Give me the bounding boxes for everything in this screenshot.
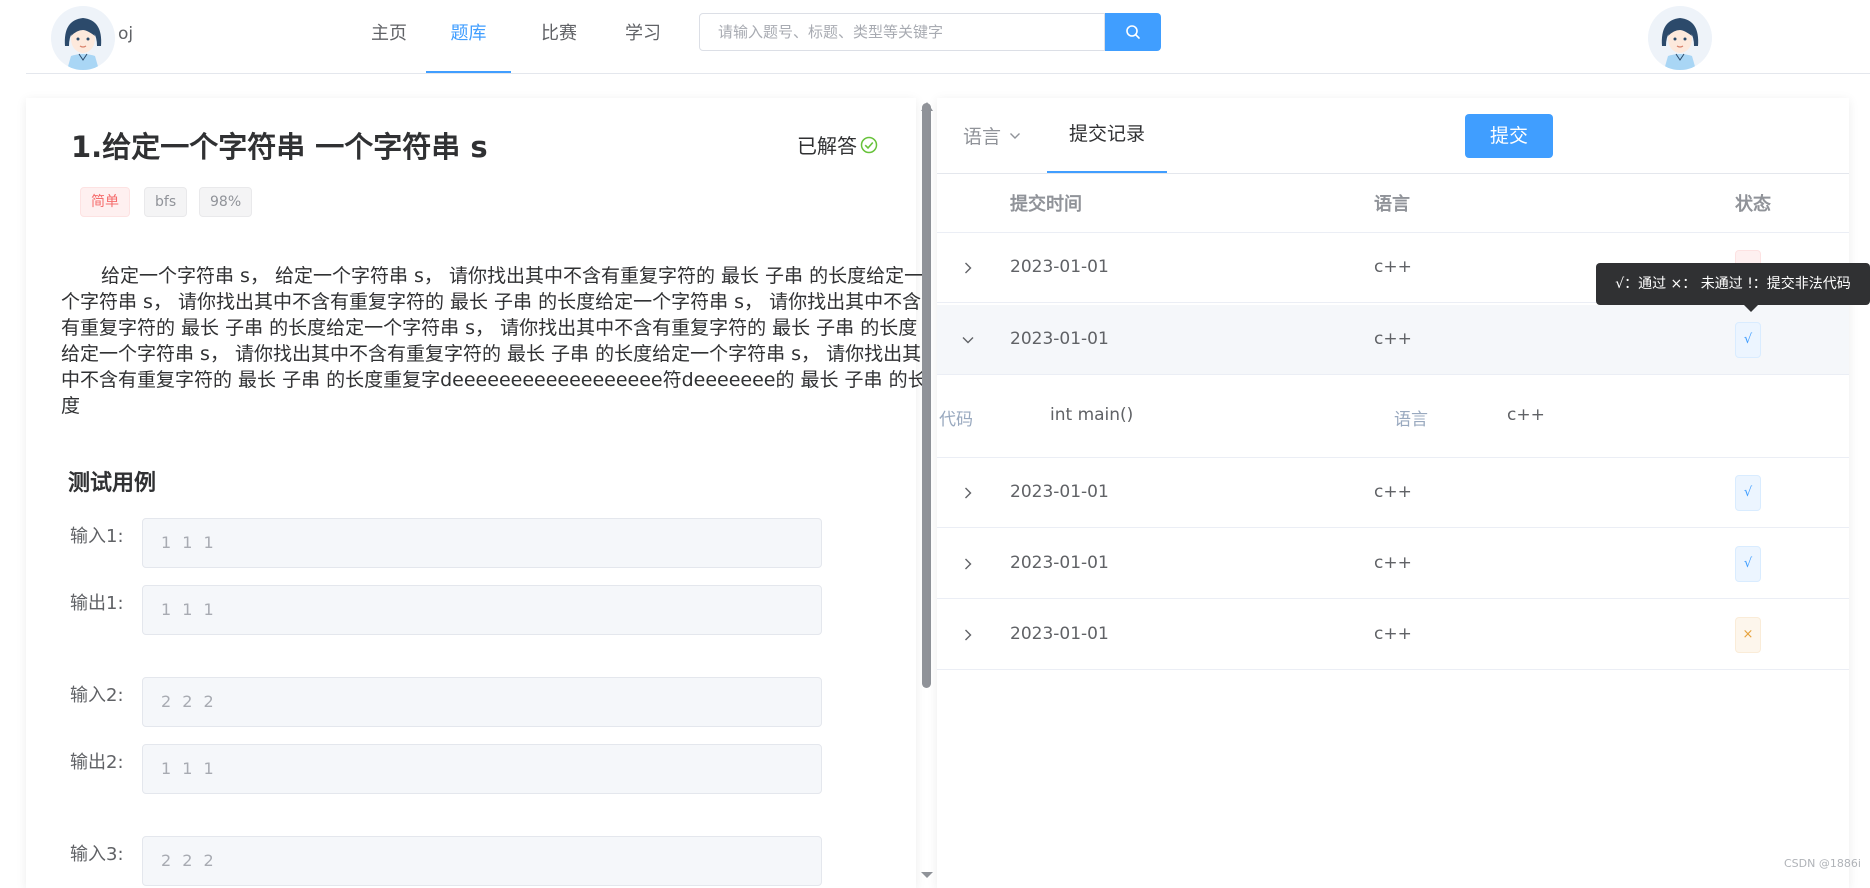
case-label: 输入3: (70, 844, 124, 865)
tab-bar: 语言 提交记录 提交 (937, 98, 1849, 174)
tab-language-label: 语言 (963, 126, 1002, 148)
case-label: 输入2: (70, 685, 124, 706)
expand-chevron-right-icon[interactable] (959, 626, 977, 644)
top-navbar: oj 主页 题库 比赛 学习 (26, 0, 1870, 74)
case-label: 输入1: (70, 526, 124, 547)
nav-learn[interactable]: 学习 (614, 0, 672, 73)
expanded-row-detail: 代码 int main() 语言 c++ (937, 377, 1849, 458)
test-cases-title: 测试用例 (68, 471, 157, 496)
column-header-status: 状态 (1735, 194, 1771, 215)
expand-chevron-right-icon[interactable] (959, 484, 977, 502)
expand-chevron-down-icon[interactable] (959, 331, 977, 349)
submit-time: 2023-01-01 (1010, 482, 1109, 502)
status-legend-tooltip: √：通过 ×： 未通过 !：提交非法代码 (1596, 263, 1870, 305)
nav-problems[interactable]: 题库 (426, 0, 511, 73)
table-row[interactable]: 2023-01-01 c++ √ (937, 458, 1849, 528)
submit-time: 2023-01-01 (1010, 624, 1109, 644)
submit-language: c++ (1374, 257, 1412, 277)
language-value: c++ (1507, 405, 1545, 425)
submit-language: c++ (1374, 553, 1412, 573)
status-badge[interactable]: √ (1735, 322, 1761, 358)
case-value: 1 1 1 (142, 585, 822, 635)
submit-language: c++ (1374, 624, 1412, 644)
search-icon (1126, 25, 1140, 39)
tooltip-arrow (1744, 305, 1758, 312)
check-circle-icon (860, 136, 878, 153)
nav-home[interactable]: 主页 (360, 0, 418, 73)
expand-chevron-right-icon[interactable] (959, 555, 977, 573)
case-value: 1 1 1 (142, 744, 822, 794)
user-avatar-icon (1648, 6, 1712, 70)
girl-avatar-icon (51, 6, 115, 70)
table-row[interactable]: 2023-01-01 c++ √ (937, 529, 1849, 599)
submit-time: 2023-01-01 (1010, 257, 1109, 277)
column-header-time: 提交时间 (1010, 194, 1082, 215)
code-value: int main() (1050, 405, 1134, 425)
case-label: 输出1: (70, 593, 124, 614)
topic-tag: bfs (144, 187, 188, 217)
table-row[interactable]: 2023-01-01 c++ × (937, 600, 1849, 670)
code-label: 代码 (939, 410, 973, 430)
chevron-down-icon (1010, 132, 1021, 139)
submit-language: c++ (1374, 329, 1412, 349)
submit-language: c++ (1374, 482, 1412, 502)
case-value: 1 1 1 (142, 518, 822, 568)
difficulty-tag: 简单 (80, 187, 130, 217)
logo-avatar[interactable] (51, 6, 115, 70)
left-scrollbar[interactable] (922, 103, 931, 688)
case-value: 2 2 2 (142, 677, 822, 727)
submission-panel: 语言 提交记录 提交 提交时间 语言 状态 2023-01-01 c++ 202… (937, 98, 1849, 888)
table-row[interactable]: 2023-01-01 c++ √ (937, 305, 1849, 375)
problem-panel: 1.给定一个字符串 一个字符串 s 已解答 简单 bfs 98% 给定一个字符串… (26, 98, 927, 888)
user-avatar[interactable] (1648, 6, 1712, 70)
watermark: CSDN @1886i (1784, 857, 1861, 870)
expand-chevron-right-icon[interactable] (959, 259, 977, 277)
submit-button[interactable]: 提交 (1465, 114, 1553, 158)
problem-description: 给定一个字符串 s， 给定一个字符串 s， 请你找出其中不含有重复字符的 最长 … (61, 265, 927, 417)
problem-title: 1.给定一个字符串 一个字符串 s (71, 130, 488, 164)
submit-time: 2023-01-01 (1010, 329, 1109, 349)
language-label: 语言 (1394, 410, 1428, 430)
case-value: 2 2 2 (142, 836, 822, 886)
submit-time: 2023-01-01 (1010, 553, 1109, 573)
tab-records[interactable]: 提交记录 (1047, 98, 1167, 173)
tab-language[interactable]: 语言 (963, 122, 1021, 149)
brand-name: oj (118, 24, 134, 44)
pass-rate-tag: 98% (199, 187, 253, 217)
search-button[interactable] (1105, 13, 1161, 51)
status-badge[interactable]: √ (1735, 475, 1761, 511)
status-badge[interactable]: × (1735, 617, 1761, 653)
search-input[interactable] (699, 13, 1105, 51)
case-label: 输出2: (70, 752, 124, 773)
status-badge[interactable]: √ (1735, 546, 1761, 582)
scroll-down-arrow-icon[interactable] (921, 872, 933, 878)
column-header-language: 语言 (1374, 194, 1410, 215)
nav-contest[interactable]: 比赛 (530, 0, 588, 73)
solved-label: 已解答 (797, 134, 857, 158)
solved-status: 已解答 (797, 130, 878, 159)
